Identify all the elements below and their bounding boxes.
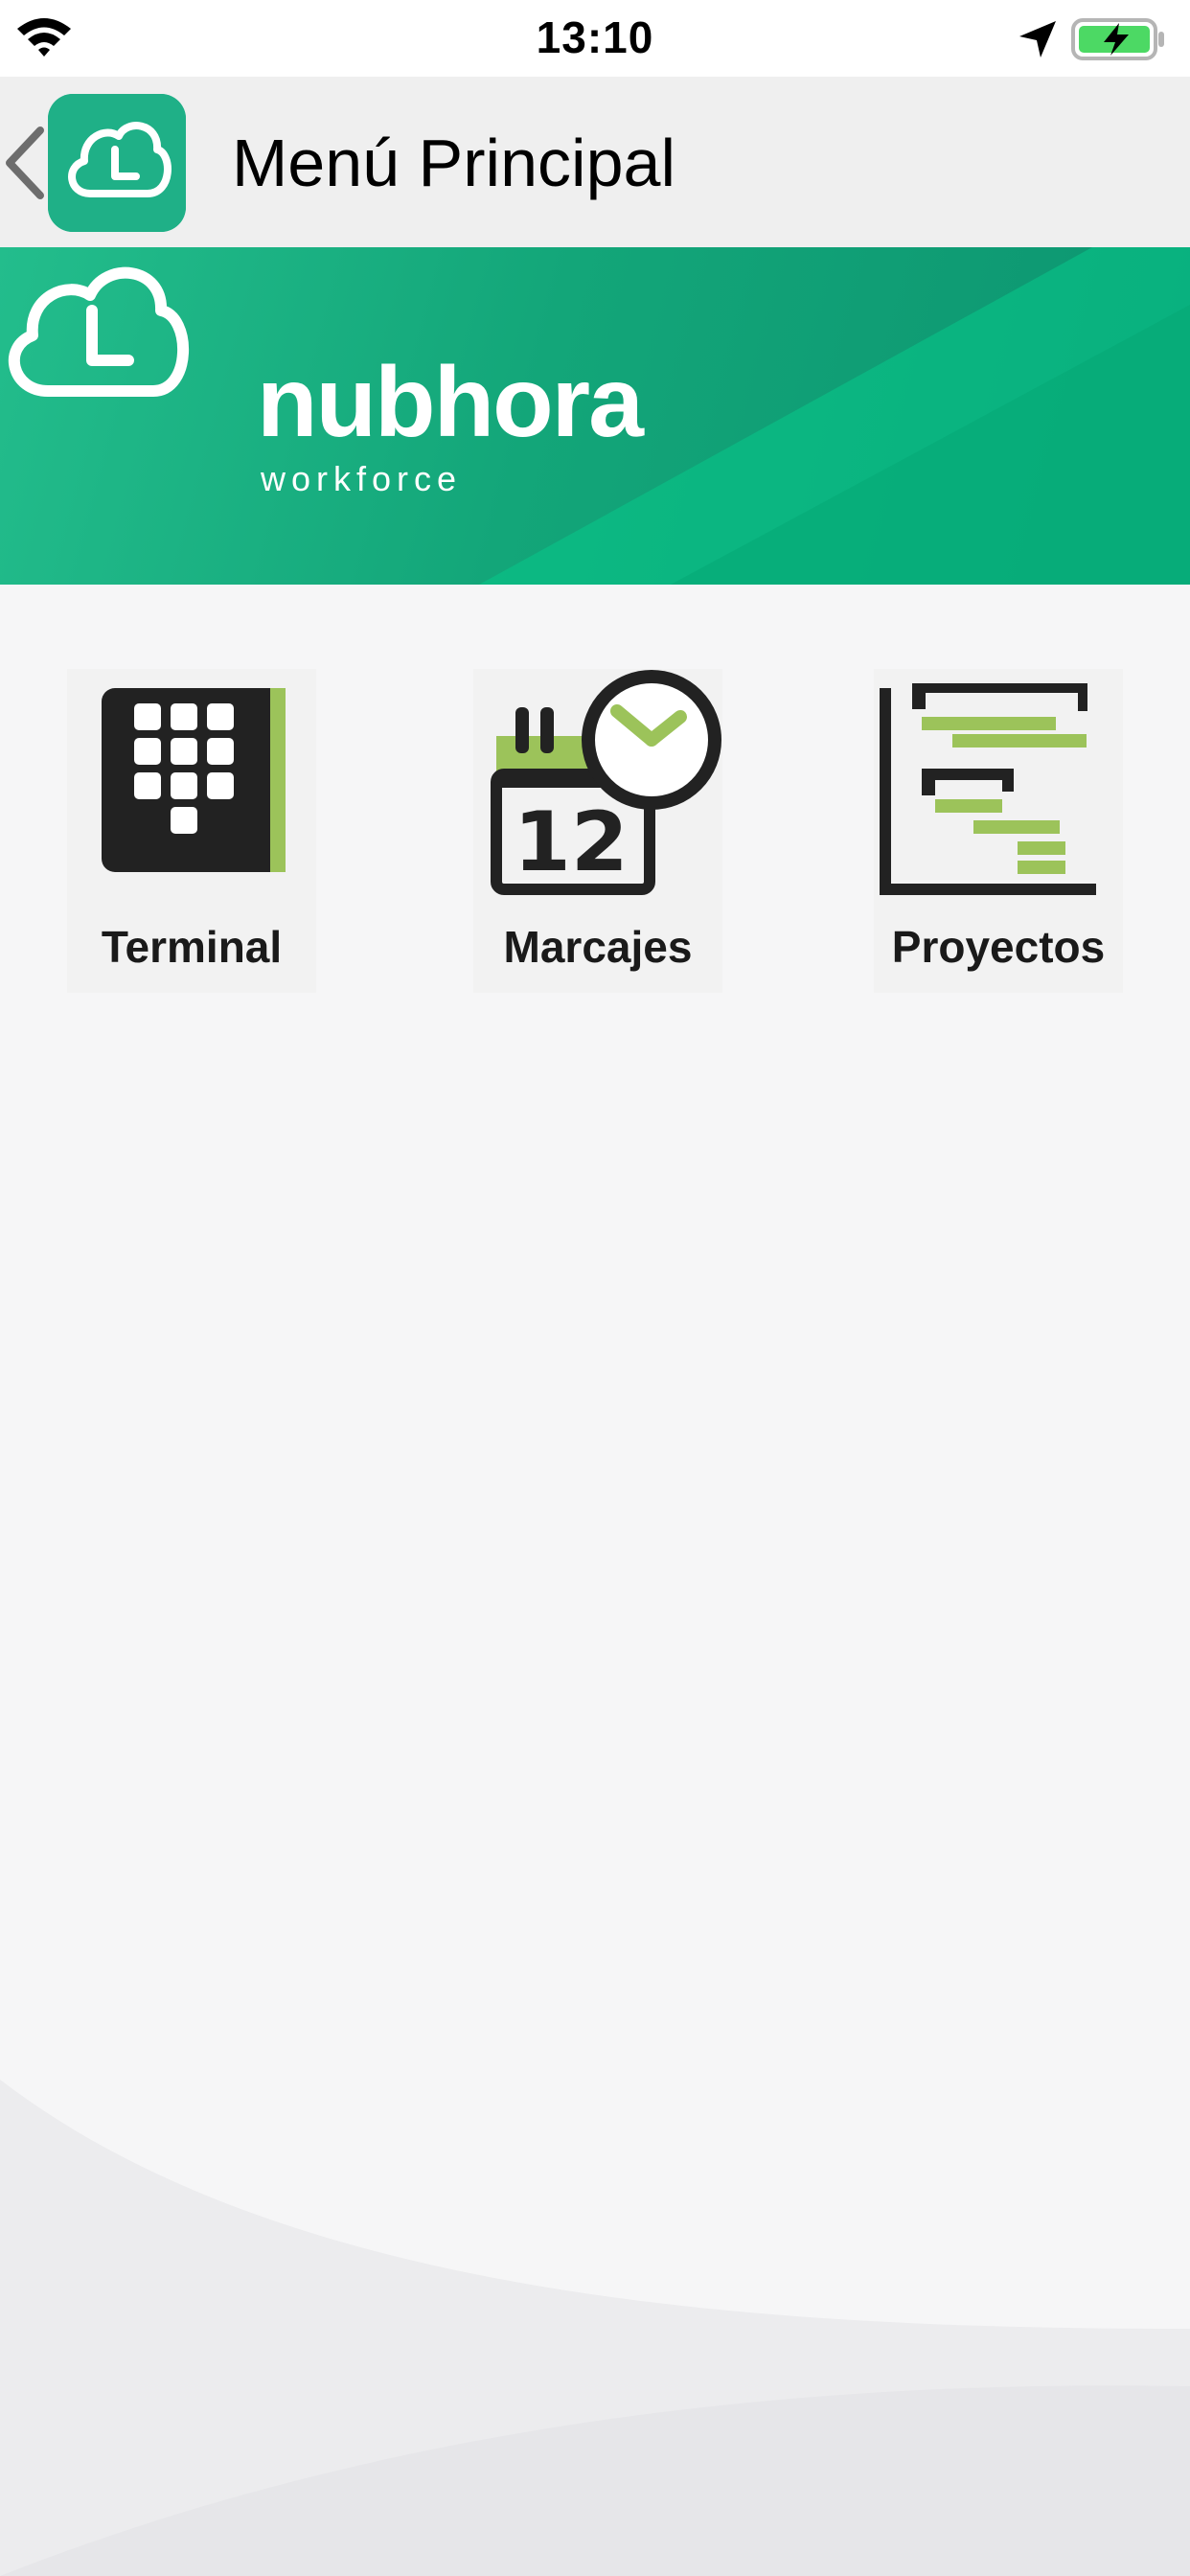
svg-text:12: 12 xyxy=(514,794,629,890)
menu-item-proyectos[interactable]: Proyectos xyxy=(874,669,1123,993)
navigation-bar: Menú Principal xyxy=(0,77,1190,247)
cloud-clock-icon xyxy=(9,266,190,397)
menu-item-label: Terminal xyxy=(101,922,283,972)
page-title: Menú Principal xyxy=(232,126,675,200)
app-logo-icon xyxy=(48,94,186,232)
menu-item-label: Proyectos xyxy=(891,922,1106,972)
status-time: 13:10 xyxy=(536,12,654,62)
back-button[interactable] xyxy=(0,125,48,201)
menu-item-marcajes[interactable]: 12 Marcajes xyxy=(473,669,722,993)
calendar-clock-icon: 12 xyxy=(491,670,721,895)
location-arrow-icon xyxy=(1019,21,1056,58)
brand-name: nubhora xyxy=(257,347,644,458)
brand-tagline: workforce xyxy=(261,459,463,498)
keypad-terminal-icon xyxy=(102,688,286,872)
status-bar: 13:10 xyxy=(0,0,1190,77)
menu-item-label: Marcajes xyxy=(503,922,693,972)
battery-charging-icon xyxy=(1071,18,1164,60)
gantt-chart-icon xyxy=(880,683,1096,895)
menu-item-terminal[interactable]: Terminal xyxy=(67,669,316,993)
brand-banner: nubhora workforce xyxy=(0,247,1190,585)
